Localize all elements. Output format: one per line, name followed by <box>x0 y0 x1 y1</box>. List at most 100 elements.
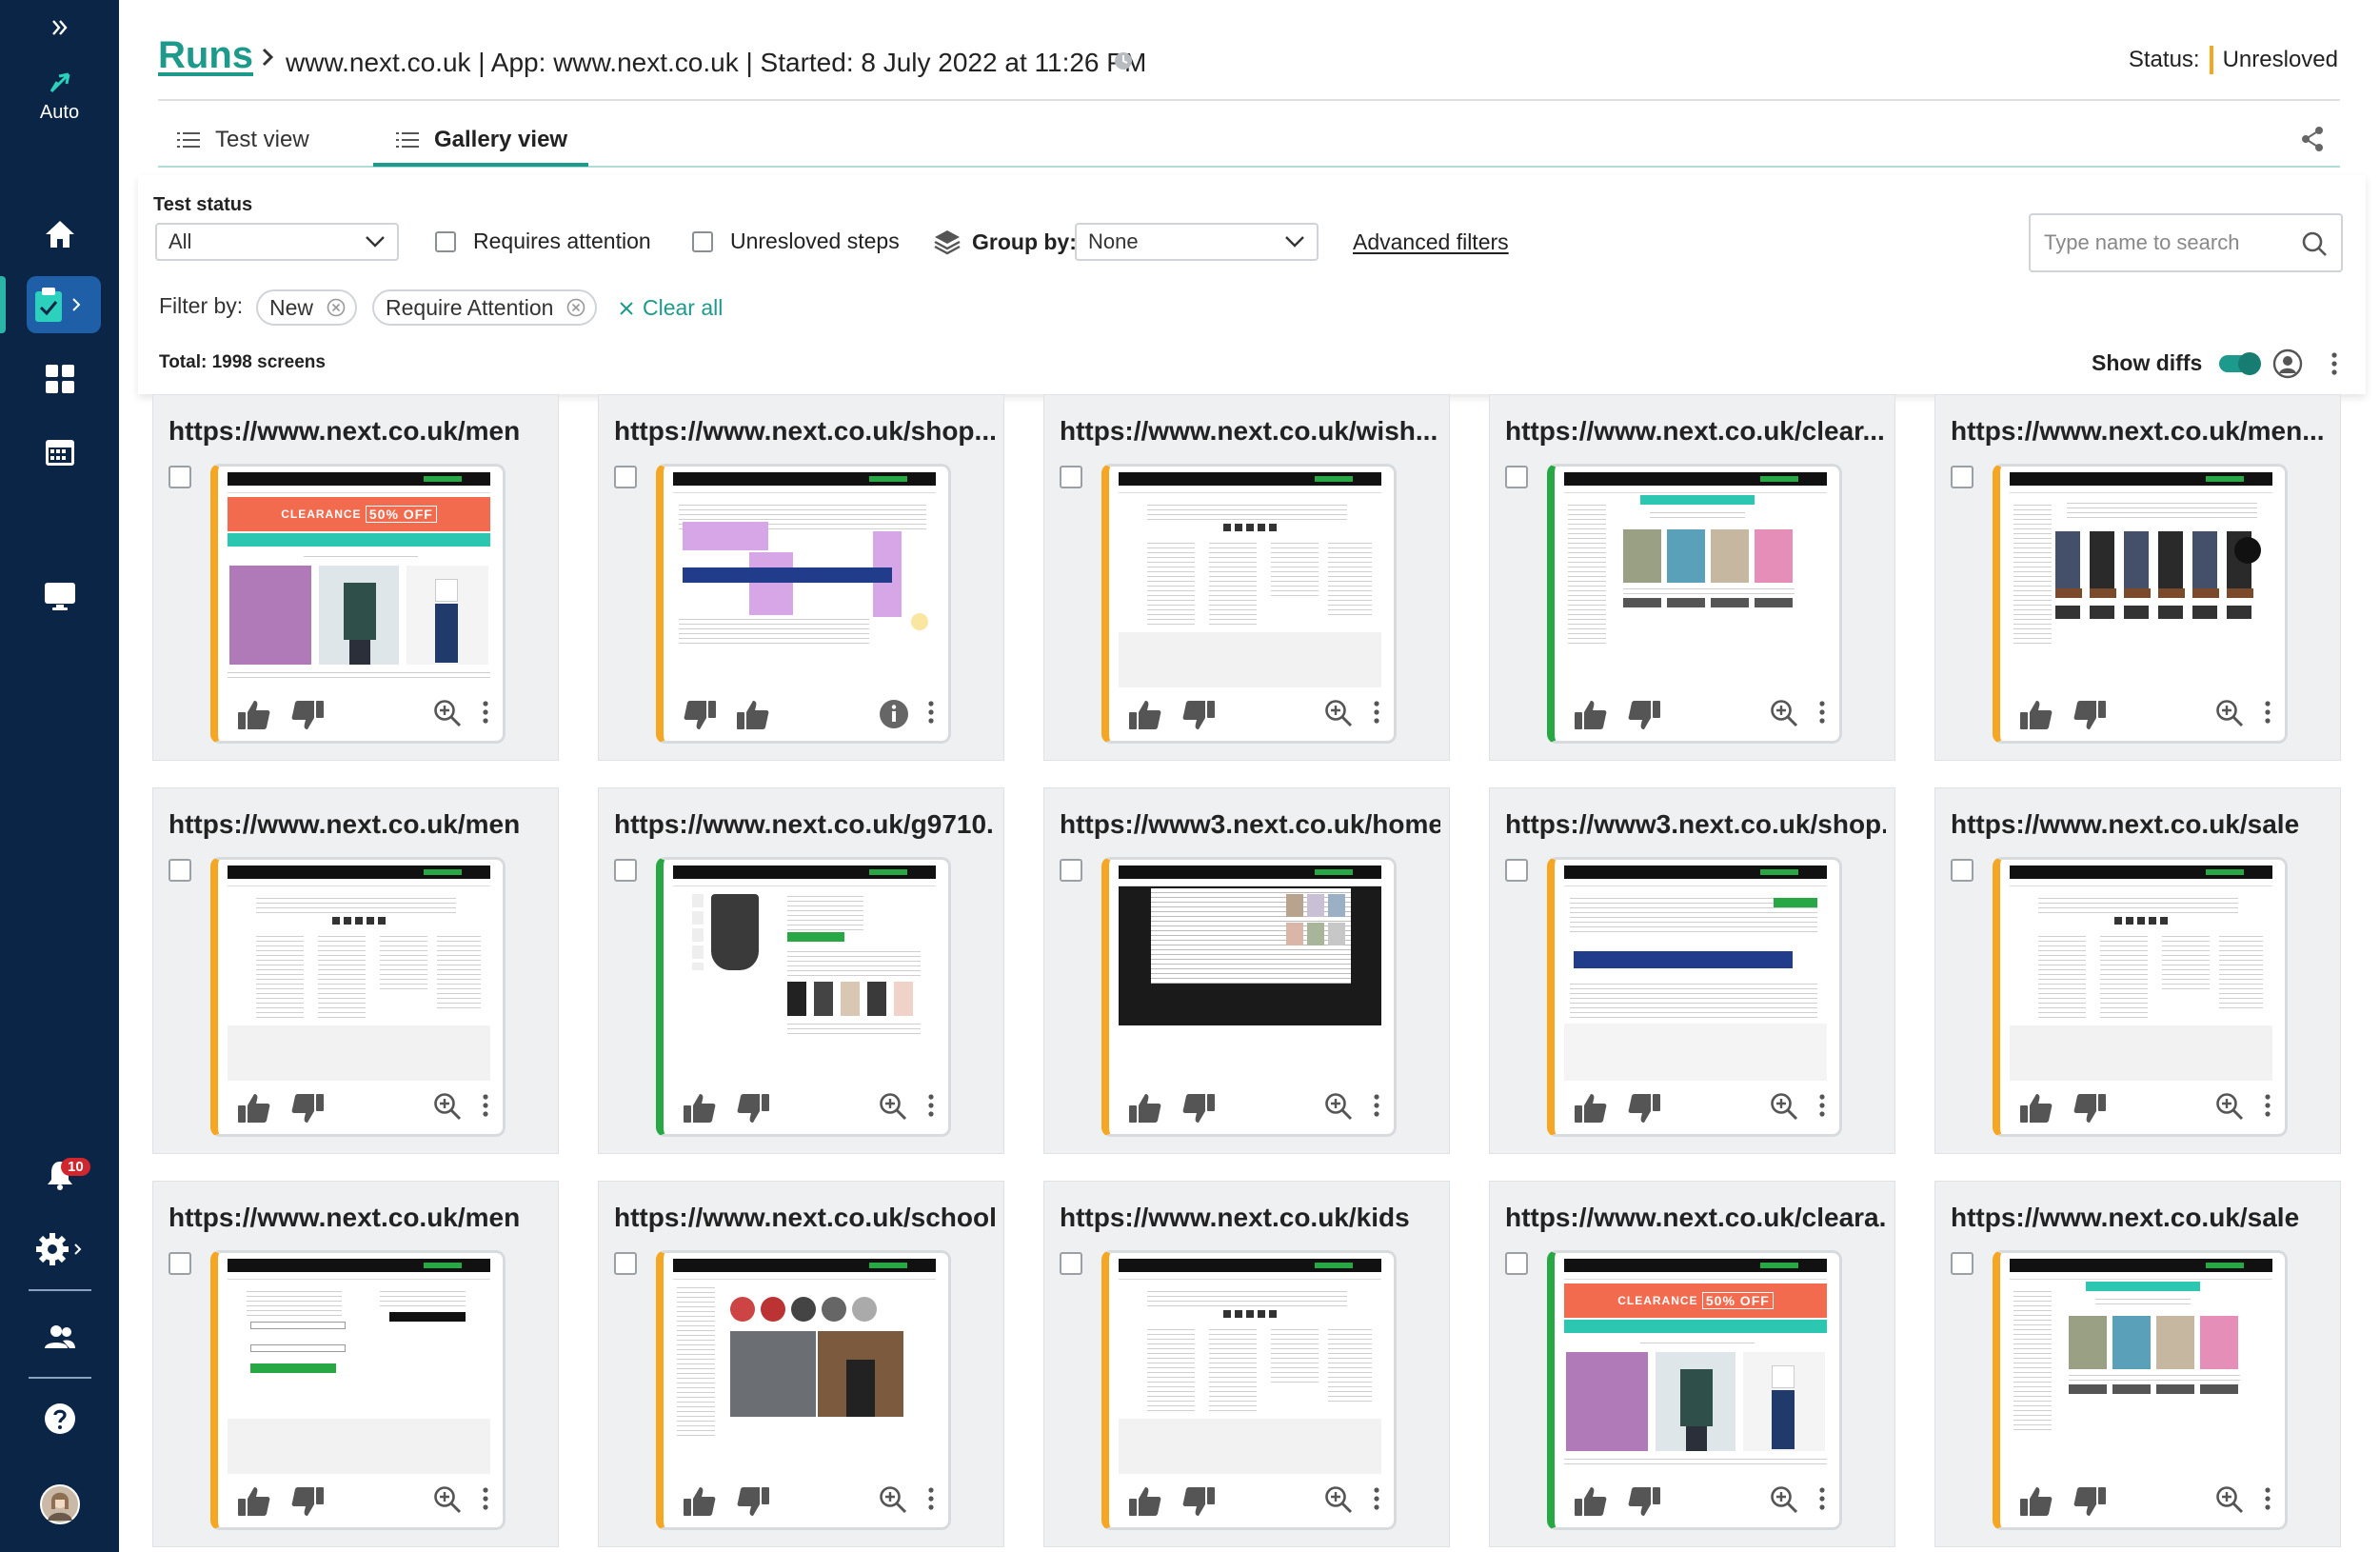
card-checkbox[interactable] <box>1951 466 1973 488</box>
screen-card[interactable]: https://www.next.co.uk/school <box>598 1181 1004 1547</box>
zoom-button[interactable] <box>2215 1485 2244 1519</box>
card-checkbox[interactable] <box>614 466 637 488</box>
screen-thumbnail[interactable] <box>1993 464 2288 744</box>
card-checkbox[interactable] <box>169 466 191 488</box>
card-title[interactable]: https://www.next.co.uk/men <box>169 416 549 447</box>
info-button[interactable] <box>879 699 909 734</box>
card-title[interactable]: https://www.next.co.uk/men <box>169 809 549 840</box>
approve-button[interactable] <box>683 1092 717 1129</box>
reject-button[interactable] <box>1181 1485 1216 1522</box>
screen-card[interactable]: https://www.next.co.uk/sale <box>1934 787 2341 1154</box>
zoom-button[interactable] <box>1324 1485 1353 1519</box>
checkbox[interactable] <box>435 230 456 252</box>
screen-thumbnail[interactable]: CLEARANCE 50% OFF <box>210 464 506 744</box>
card-checkbox[interactable] <box>1951 859 1973 882</box>
approve-button[interactable] <box>683 1485 717 1522</box>
expand-sidebar-button[interactable] <box>0 13 119 42</box>
group-by-select[interactable]: None <box>1075 223 1319 261</box>
screen-card[interactable]: https://www.next.co.uk/clear... <box>1489 394 1895 761</box>
screen-thumbnail[interactable] <box>1101 857 1397 1137</box>
card-menu-button[interactable] <box>1817 699 1827 730</box>
card-menu-button[interactable] <box>481 1092 490 1124</box>
test-status-select[interactable]: All <box>155 223 399 261</box>
reject-button[interactable] <box>290 1092 325 1129</box>
approve-button[interactable] <box>1574 1485 1608 1522</box>
card-checkbox[interactable] <box>614 1252 637 1275</box>
clear-all-button[interactable]: Clear all <box>618 295 723 321</box>
zoom-button[interactable] <box>433 1092 462 1125</box>
reject-button[interactable] <box>1181 699 1216 736</box>
screen-card[interactable]: https://www.next.co.uk/cleara... CLEARANC… <box>1489 1181 1895 1547</box>
card-menu-button[interactable] <box>2263 1092 2272 1124</box>
card-menu-button[interactable] <box>1372 699 1381 730</box>
reject-button[interactable] <box>2073 1092 2107 1129</box>
reject-button[interactable] <box>1627 1092 1661 1129</box>
card-title[interactable]: https://www3.next.co.uk/home <box>1060 809 1440 840</box>
requires-attention-checkbox[interactable]: Requires attention <box>435 229 651 254</box>
card-title[interactable]: https://www.next.co.uk/clear... <box>1505 416 1886 447</box>
screen-card[interactable]: https://www3.next.co.uk/home <box>1043 787 1450 1154</box>
card-title[interactable]: https://www3.next.co.uk/shop... <box>1505 809 1886 840</box>
zoom-button[interactable] <box>1324 1092 1353 1125</box>
reject-button[interactable] <box>1627 1485 1661 1522</box>
card-title[interactable]: https://www.next.co.uk/men <box>169 1203 549 1233</box>
card-title[interactable]: https://www.next.co.uk/kids <box>1060 1203 1440 1233</box>
reject-button[interactable] <box>290 1485 325 1522</box>
approve-button[interactable] <box>1128 699 1162 736</box>
card-menu-button[interactable] <box>2263 699 2272 730</box>
approve-button[interactable] <box>2019 1092 2053 1129</box>
advanced-filters-link[interactable]: Advanced filters <box>1353 229 1509 255</box>
nav-dashboard[interactable] <box>0 360 119 398</box>
screen-thumbnail[interactable] <box>1547 464 1842 744</box>
card-title[interactable]: https://www.next.co.uk/g9710... <box>614 809 995 840</box>
show-diffs-toggle[interactable]: Show diffs <box>2092 350 2262 376</box>
runs-link[interactable]: Runs <box>158 34 253 77</box>
screen-thumbnail[interactable] <box>1993 857 2288 1137</box>
card-title[interactable]: https://www.next.co.uk/sale <box>1951 809 2331 840</box>
search-icon[interactable] <box>2301 230 2328 257</box>
screen-card[interactable]: https://www.next.co.uk/kids <box>1043 1181 1450 1547</box>
more-vertical-icon[interactable] <box>2330 350 2339 377</box>
tab-gallery-view[interactable]: Gallery view <box>396 114 567 166</box>
screen-thumbnail[interactable] <box>1101 464 1397 744</box>
card-title[interactable]: https://www.next.co.uk/men... <box>1951 416 2331 447</box>
approve-button[interactable] <box>2019 1485 2053 1522</box>
zoom-button[interactable] <box>433 1485 462 1519</box>
card-menu-button[interactable] <box>1817 1485 1827 1517</box>
card-menu-button[interactable] <box>926 699 936 730</box>
auto-logo[interactable] <box>0 67 119 99</box>
zoom-button[interactable] <box>1770 699 1798 732</box>
close-circle-icon[interactable] <box>327 298 346 317</box>
zoom-button[interactable] <box>1324 699 1353 732</box>
card-menu-button[interactable] <box>481 1485 490 1517</box>
screen-thumbnail[interactable] <box>656 857 951 1137</box>
reject-button[interactable] <box>2073 1485 2107 1522</box>
filter-chip-require-attention[interactable]: Require Attention <box>372 289 598 326</box>
card-menu-button[interactable] <box>2263 1485 2272 1517</box>
user-avatar[interactable] <box>0 1483 119 1525</box>
nav-home[interactable] <box>0 215 119 253</box>
card-menu-button[interactable] <box>926 1485 936 1517</box>
reject-button[interactable] <box>290 699 325 736</box>
screen-thumbnail[interactable] <box>656 1250 951 1530</box>
card-checkbox[interactable] <box>1951 1252 1973 1275</box>
card-menu-button[interactable] <box>1817 1092 1827 1124</box>
nav-help[interactable] <box>0 1398 119 1440</box>
zoom-button[interactable] <box>879 1485 907 1519</box>
checkbox[interactable] <box>692 230 713 252</box>
nav-runs[interactable] <box>0 284 119 326</box>
screen-thumbnail[interactable] <box>1101 1250 1397 1530</box>
unresolved-steps-checkbox[interactable]: Unresloved steps <box>692 229 900 254</box>
card-checkbox[interactable] <box>1060 859 1082 882</box>
card-menu-button[interactable] <box>926 1092 936 1124</box>
zoom-button[interactable] <box>2215 1092 2244 1125</box>
user-circle-icon[interactable] <box>2272 348 2303 379</box>
card-checkbox[interactable] <box>1505 466 1528 488</box>
screen-card[interactable]: https://www.next.co.uk/g9710... <box>598 787 1004 1154</box>
card-checkbox[interactable] <box>1060 466 1082 488</box>
search-input[interactable]: Type name to search <box>2029 213 2343 272</box>
card-title[interactable]: https://www.next.co.uk/sale <box>1951 1203 2331 1233</box>
approve-button[interactable] <box>736 699 770 736</box>
screen-thumbnail[interactable] <box>210 1250 506 1530</box>
filter-chip-new[interactable]: New <box>256 289 358 326</box>
